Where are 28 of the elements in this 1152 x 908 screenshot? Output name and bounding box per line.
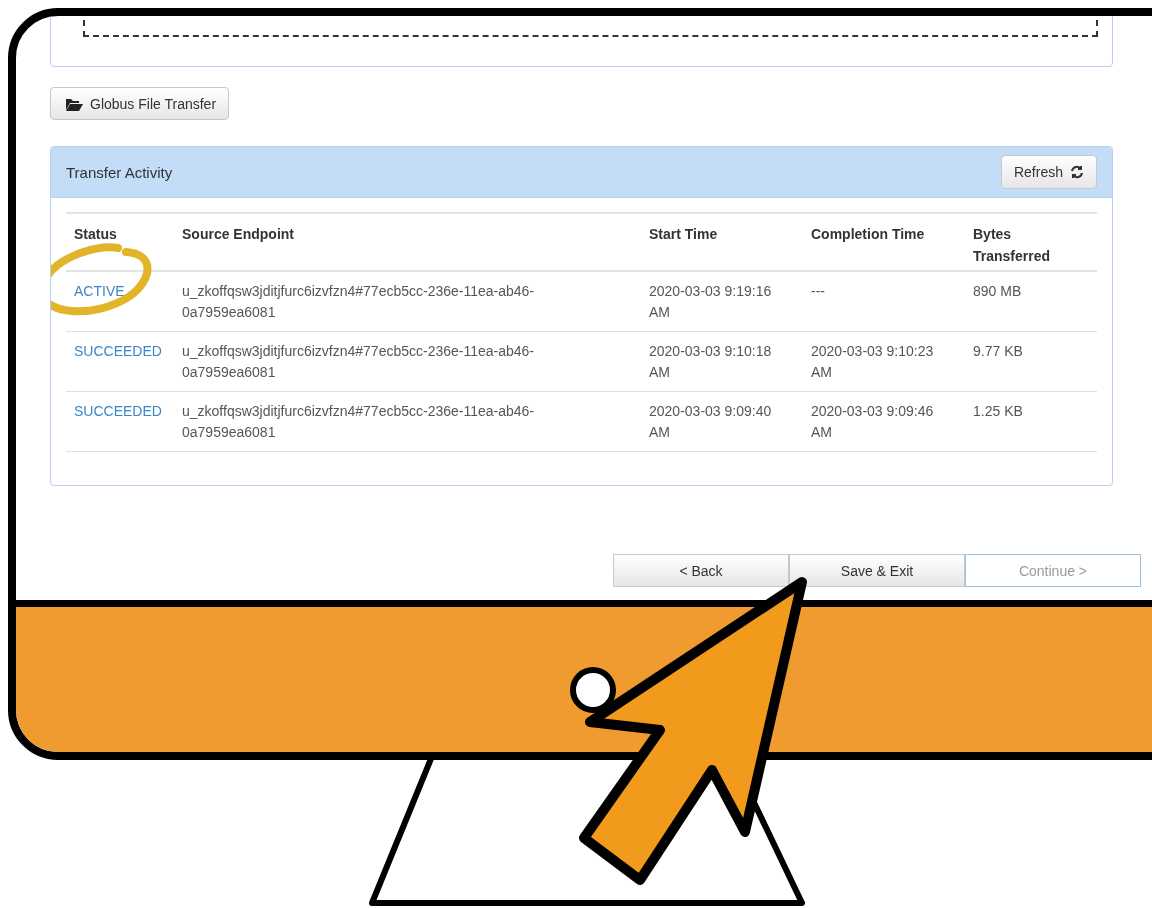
column-header: Status <box>66 212 174 272</box>
table-cell-text: 1.25 KB <box>973 402 1023 421</box>
table-cell-text: u_zkoffqsw3jditjfurc6izvfzn4#77ecb5cc-236e-11ea-ab46-0a7959ea6081 <box>182 402 536 442</box>
table-cell-text: u_zkoffqsw3jditjfurc6izvfzn4#77ecb5cc-236e-11ea-ab46-0a7959ea6081 <box>182 282 536 322</box>
nav-button[interactable]: Save & Exit <box>789 554 965 587</box>
status-link[interactable]: SUCCEEDED <box>74 403 162 419</box>
panel-title: Transfer Activity <box>66 163 173 181</box>
table-cell-text: 2020-03-03 9:10:18 AM <box>649 342 773 382</box>
column-header: Completion Time <box>803 212 965 272</box>
column-header: Source Endpoint <box>174 212 641 272</box>
table-cell-text: 2020-03-03 9:09:40 AM <box>649 402 773 442</box>
table-cell-text: u_zkoffqsw3jditjfurc6izvfzn4#77ecb5cc-236e-11ea-ab46-0a7959ea6081 <box>182 342 536 382</box>
camera-icon <box>570 667 616 713</box>
table-cell-text: 890 MB <box>973 282 1022 301</box>
table-cell-text: 2020-03-03 9:19:16 AM <box>649 282 773 322</box>
nav-button[interactable]: < Back <box>613 554 789 587</box>
refresh-button[interactable]: Refresh <box>1000 155 1097 189</box>
status-link[interactable]: ACTIVE <box>74 283 125 299</box>
globus-file-transfer-button[interactable]: Globus File Transfer <box>50 87 230 120</box>
column-header: Start Time <box>641 212 803 272</box>
column-header: Bytes Transferred <box>965 212 1097 272</box>
table-cell-text: 2020-03-03 9:10:23 AM <box>811 342 935 382</box>
folder-icon <box>65 96 83 111</box>
refresh-icon <box>1070 165 1084 179</box>
table-cell-text: 2020-03-03 9:09:46 AM <box>811 402 935 442</box>
status-link[interactable]: SUCCEEDED <box>74 343 162 359</box>
table-cell-text: --- <box>811 282 825 301</box>
table-cell-text: 9.77 KB <box>973 342 1023 361</box>
